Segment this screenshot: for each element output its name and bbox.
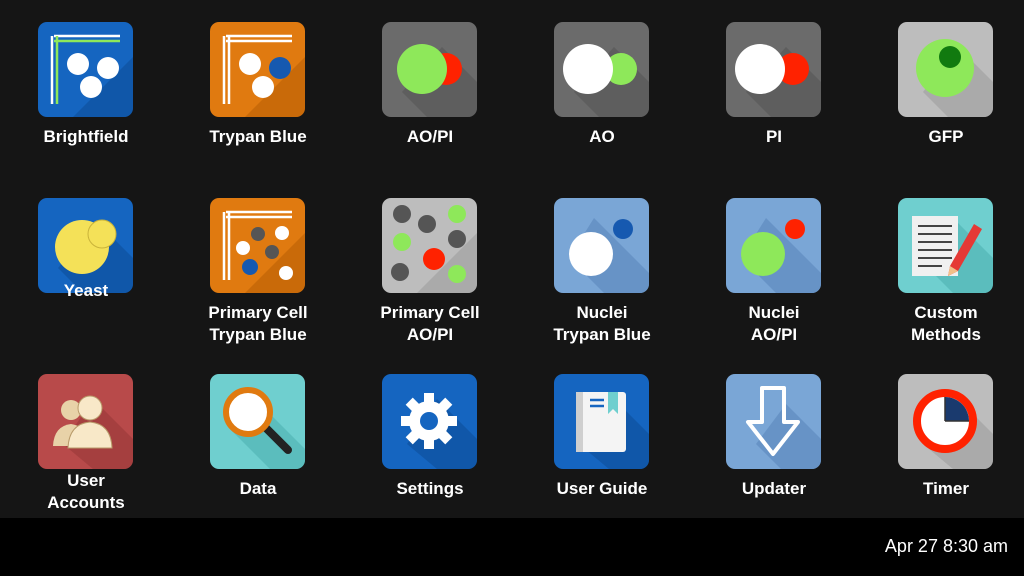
app-tile-primary-cell-trypan-blue[interactable]: Primary Cell Trypan Blue — [172, 176, 344, 344]
app-label: PI — [765, 127, 783, 146]
nuclei-trypan-blue-icon — [554, 198, 649, 293]
app-tile-settings[interactable]: Settings — [344, 352, 516, 512]
magnifier-icon — [210, 374, 305, 469]
app-label: Updater — [741, 479, 807, 498]
app-tile-pi[interactable]: PI — [688, 0, 860, 160]
yeast-icon — [38, 198, 133, 293]
app-label: User Guide — [556, 479, 648, 498]
app-label: AO — [589, 127, 615, 146]
users-icon — [38, 374, 133, 469]
primary-cell-trypan-blue-icon — [210, 198, 305, 293]
app-tile-primary-cell-ao-pi[interactable]: Primary Cell AO/PI — [344, 176, 516, 344]
app-label: Primary Cell AO/PI — [380, 303, 480, 344]
app-tile-nuclei-trypan-blue[interactable]: Nuclei Trypan Blue — [516, 176, 688, 344]
clock: Apr 27 8:30 am — [884, 536, 1008, 556]
app-tile-user-accounts[interactable]: User Accounts — [0, 352, 172, 512]
gear-icon — [382, 374, 477, 469]
app-label: AO/PI — [406, 127, 454, 146]
app-label: Nuclei AO/PI — [748, 303, 800, 344]
app-tile-data[interactable]: Data — [172, 352, 344, 512]
app-tile-trypan-blue[interactable]: Trypan Blue — [172, 0, 344, 160]
app-label: Settings — [396, 479, 464, 498]
app-tile-custom-methods[interactable]: Custom Methods — [860, 176, 1024, 344]
gfp-icon — [898, 22, 993, 117]
app-tile-timer[interactable]: Timer — [860, 352, 1024, 512]
app-tile-brightfield[interactable]: Brightfield — [0, 0, 172, 160]
ao-icon — [554, 22, 649, 117]
book-icon — [554, 374, 649, 469]
app-tile-updater[interactable]: Updater — [688, 352, 860, 512]
timer-icon — [898, 374, 993, 469]
app-label: User Accounts — [47, 471, 125, 512]
app-tile-yeast[interactable]: Yeast — [0, 176, 172, 336]
app-label: GFP — [928, 127, 964, 146]
notepad-pencil-icon — [898, 198, 993, 293]
app-label: Primary Cell Trypan Blue — [208, 303, 308, 344]
ao-pi-icon — [382, 22, 477, 117]
trypan-blue-icon — [210, 22, 305, 117]
app-label: Timer — [923, 479, 969, 498]
app-grid: Brightfield Trypan Blue AO/PI AO PI GFP … — [0, 0, 1024, 518]
primary-cell-ao-pi-icon — [382, 198, 477, 293]
app-tile-user-guide[interactable]: User Guide — [516, 352, 688, 512]
app-tile-ao[interactable]: AO — [516, 0, 688, 160]
app-label: Custom Methods — [911, 303, 981, 344]
pi-icon — [726, 22, 821, 117]
app-tile-gfp[interactable]: GFP — [860, 0, 1024, 160]
app-label: Trypan Blue — [209, 127, 307, 146]
app-label: Data — [239, 479, 277, 498]
brightfield-icon — [38, 22, 133, 117]
app-label: Yeast — [63, 281, 109, 300]
app-tile-nuclei-ao-pi[interactable]: Nuclei AO/PI — [688, 176, 860, 344]
app-tile-ao-pi[interactable]: AO/PI — [344, 0, 516, 160]
app-label: Brightfield — [43, 127, 129, 146]
app-label: Nuclei Trypan Blue — [553, 303, 651, 344]
download-arrow-icon — [726, 374, 821, 469]
nuclei-ao-pi-icon — [726, 198, 821, 293]
taskbar: Apr 27 8:30 am — [0, 518, 1024, 576]
